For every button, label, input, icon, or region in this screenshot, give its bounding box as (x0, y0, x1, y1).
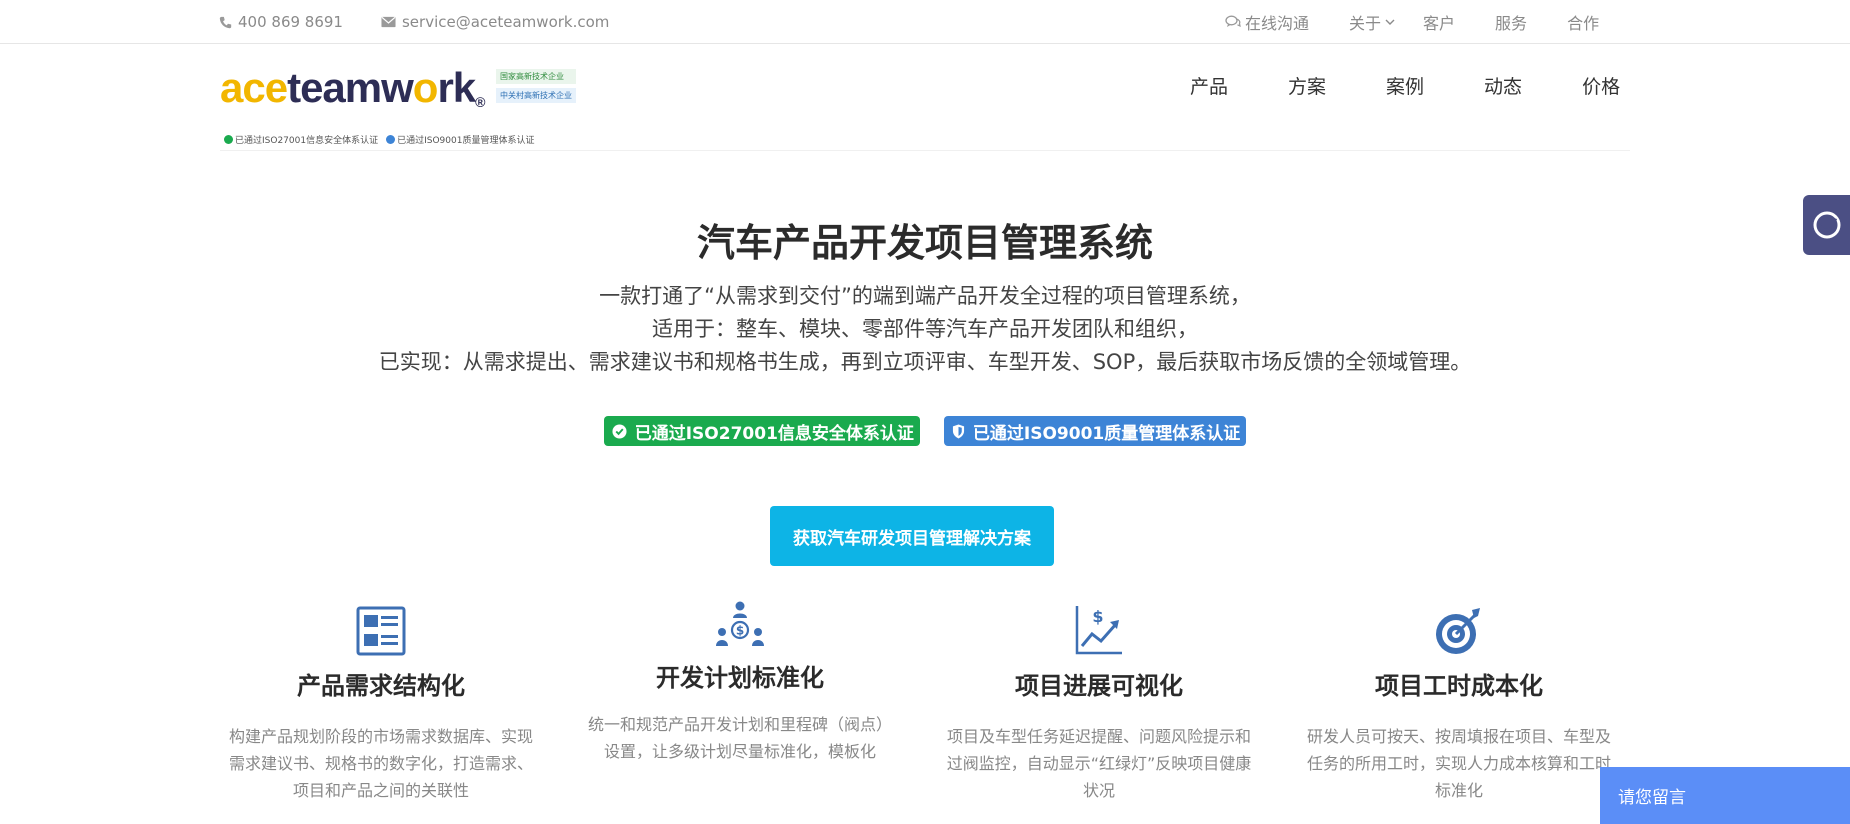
shield-icon (386, 135, 396, 144)
logo-cert-iso27001: 已通过ISO27001信息安全体系认证 (224, 133, 378, 146)
email-address[interactable]: service@aceteamwork.com (402, 13, 609, 31)
header-divider (220, 150, 1630, 151)
nav-news[interactable]: 动态 (1484, 72, 1522, 99)
contact-info: 400 869 8691 service@aceteamwork.com (219, 0, 609, 44)
svg-text:$: $ (1092, 607, 1103, 626)
phone-number: 400 869 8691 (238, 13, 343, 31)
top-link-about[interactable]: 关于 (1349, 10, 1395, 34)
target-icon (1436, 608, 1480, 654)
leave-message-bar[interactable]: 请您留言 (1600, 767, 1850, 824)
check-circle-icon (612, 423, 627, 439)
feature-title: 项目进展可视化 (1015, 672, 1183, 700)
feature-title: 产品需求结构化 (297, 672, 465, 700)
hero-title: 汽车产品开发项目管理系统 (696, 221, 1153, 265)
feature-title: 开发计划标准化 (656, 664, 824, 692)
chat-icon (1225, 15, 1241, 28)
top-link-services[interactable]: 服务 (1495, 10, 1527, 34)
envelope-icon (381, 16, 396, 28)
logo-wordmark: aceteamwork® (220, 64, 486, 111)
top-link-cooperation[interactable]: 合作 (1567, 10, 1599, 34)
badge-iso27001: 已通过ISO27001信息安全体系认证 (603, 416, 920, 446)
tag-zhongguancun: 中关村高新技术企业 (496, 88, 576, 103)
document-list-icon (356, 606, 406, 656)
feature-visualization: $ 项目进展可视化 项目及车型任务延迟提醒、问题风险提示和过阀监控，自动显示“红… (934, 600, 1264, 804)
top-link-customers[interactable]: 客户 (1423, 10, 1455, 34)
logo[interactable]: aceteamwork® 国家高新技术企业 中关村高新技术企业 已通过ISO27… (220, 67, 580, 151)
feature-description: 统一和规范产品开发计划和里程碑（阀点）设置，让多级计划尽量标准化，模板化 (587, 715, 892, 761)
feature-cost: 项目工时成本化 研发人员可按天、按周填报在项目、车型及任务的所用工时，实现人力成… (1294, 600, 1624, 804)
top-link-online-chat[interactable]: 在线沟通 (1225, 10, 1309, 34)
side-chat-widget[interactable] (1803, 195, 1850, 255)
phone-icon (219, 16, 232, 28)
site-header: aceteamwork® 国家高新技术企业 中关村高新技术企业 已通过ISO27… (0, 45, 1850, 153)
check-circle-icon (224, 135, 233, 144)
hero-line-1: 一款打通了“从需求到交付”的端到端产品开发全过程的项目管理系统， (599, 284, 1251, 308)
badge-iso9001: 已通过ISO9001质量管理体系认证 (943, 416, 1247, 446)
main-nav: 产品 方案 案例 动态 价格 (1190, 72, 1620, 99)
phone: 400 869 8691 (219, 13, 343, 31)
logo-tags: 国家高新技术企业 中关村高新技术企业 (496, 69, 576, 103)
tag-national-hightech: 国家高新技术企业 (496, 69, 576, 84)
nav-pricing[interactable]: 价格 (1582, 72, 1620, 99)
feature-requirements: 产品需求结构化 构建产品规划阶段的市场需求数据库、实现需求建议书、规格书的数字化… (216, 600, 546, 804)
hero-line-3: 已实现：从需求提出、需求建议书和规格书生成，再到立项评审、车型开发、SOP，最后… (378, 350, 1472, 374)
svg-text:$: $ (736, 624, 744, 638)
shield-icon (952, 424, 964, 438)
chevron-down-icon (1385, 19, 1395, 25)
feature-description: 项目及车型任务延迟提醒、问题风险提示和过阀监控，自动显示“红绿灯”反映项目健康状… (946, 727, 1252, 800)
chat-bubble-icon (1813, 211, 1840, 239)
email[interactable]: service@aceteamwork.com (381, 13, 609, 31)
top-bar: 400 869 8691 service@aceteamwork.com 在线沟… (0, 0, 1850, 44)
nav-solutions[interactable]: 方案 (1288, 72, 1326, 99)
cert-badges: 已通过ISO27001信息安全体系认证 已通过ISO9001质量管理体系认证 (0, 416, 1850, 446)
get-solution-button[interactable]: 获取汽车研发项目管理解决方案 (770, 506, 1054, 566)
feature-description: 构建产品规划阶段的市场需求数据库、实现需求建议书、规格书的数字化，打造需求、项目… (228, 727, 533, 800)
hero-line-2: 适用于：整车、模块、零部件等汽车产品开发团队和组织， (652, 317, 1198, 341)
growth-chart-icon: $ (1075, 606, 1122, 655)
team-money-icon: $ (716, 601, 764, 646)
top-links: 在线沟通 关于 客户 服务 合作 (1225, 0, 1599, 44)
hero-description: 一款打通了“从需求到交付”的端到端产品开发全过程的项目管理系统， 适用于：整车、… (0, 280, 1850, 379)
logo-cert-iso9001: 已通过ISO9001质量管理体系认证 (386, 133, 534, 146)
logo-certs: 已通过ISO27001信息安全体系认证 已通过ISO9001质量管理体系认证 (224, 133, 534, 146)
feature-description: 研发人员可按天、按周填报在项目、车型及任务的所用工时，实现人力成本核算和工时标准… (1306, 727, 1611, 800)
nav-cases[interactable]: 案例 (1386, 72, 1424, 99)
feature-title: 项目工时成本化 (1375, 672, 1543, 700)
feature-planning: $ 开发计划标准化 统一和规范产品开发计划和里程碑（阀点）设置，让多级计划尽量标… (575, 600, 905, 765)
nav-products[interactable]: 产品 (1190, 72, 1228, 99)
